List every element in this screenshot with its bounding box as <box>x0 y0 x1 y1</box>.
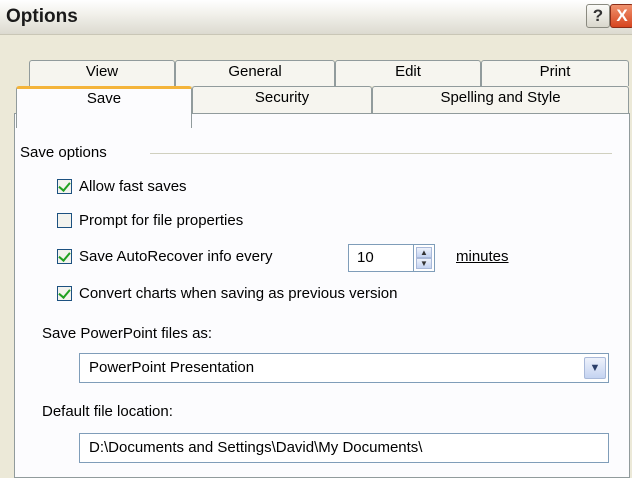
checkbox-label: Save AutoRecover info every <box>79 248 273 265</box>
help-icon[interactable]: ? <box>586 4 610 28</box>
prompt-file-properties-checkbox[interactable]: Prompt for file properties <box>57 212 243 229</box>
tab-label: View <box>85 63 119 80</box>
save-as-dropdown[interactable]: PowerPoint Presentation ▼ <box>79 353 609 383</box>
minutes-label: minutes <box>456 248 509 265</box>
tab-print[interactable]: Print <box>481 60 629 86</box>
tab-security[interactable]: Security <box>192 86 372 114</box>
checkbox-box[interactable] <box>57 249 72 264</box>
checkbox-box[interactable] <box>57 179 72 194</box>
close-icon[interactable]: X <box>610 4 632 28</box>
autorecover-checkbox[interactable]: Save AutoRecover info every <box>57 248 272 265</box>
title-bar: Options ? X <box>0 0 632 35</box>
checkbox-label: Allow fast saves <box>79 178 187 195</box>
save-options-group-label: Save options <box>20 144 113 161</box>
tab-label: Save <box>86 90 122 107</box>
tab-view[interactable]: View <box>29 60 175 86</box>
tab-spelling-and-style[interactable]: Spelling and Style <box>372 86 629 114</box>
tab-label: General <box>228 63 282 80</box>
allow-fast-saves-checkbox[interactable]: Allow fast saves <box>57 178 187 195</box>
checkbox-label: Convert charts when saving as previous v… <box>79 285 398 302</box>
checkbox-label: Prompt for file properties <box>79 212 244 229</box>
save-as-selected: PowerPoint Presentation <box>89 359 255 376</box>
chevron-down-icon[interactable]: ▼ <box>584 357 606 379</box>
spin-down-icon[interactable]: ▼ <box>416 258 432 269</box>
group-divider <box>150 153 612 154</box>
tab-label: Security <box>254 89 310 106</box>
checkbox-box[interactable] <box>57 286 72 301</box>
tab-edit[interactable]: Edit <box>335 60 481 86</box>
tab-label: Print <box>539 63 571 80</box>
tab-general[interactable]: General <box>175 60 335 86</box>
autorecover-spinner[interactable]: ▲ ▼ <box>413 244 435 272</box>
save-as-label: Save PowerPoint files as: <box>42 325 213 342</box>
convert-charts-checkbox[interactable]: Convert charts when saving as previous v… <box>57 285 398 302</box>
spin-up-icon[interactable]: ▲ <box>416 247 432 258</box>
default-location-input[interactable]: D:\Documents and Settings\David\My Docum… <box>79 433 609 463</box>
autorecover-minutes-input[interactable]: 10 <box>348 244 414 272</box>
tab-label: Edit <box>395 63 421 80</box>
default-location-label: Default file location: <box>42 403 173 420</box>
tab-label: Spelling and Style <box>440 89 561 106</box>
window-title: Options <box>6 6 78 27</box>
checkbox-box[interactable] <box>57 213 72 228</box>
tab-save[interactable]: Save <box>16 86 192 128</box>
